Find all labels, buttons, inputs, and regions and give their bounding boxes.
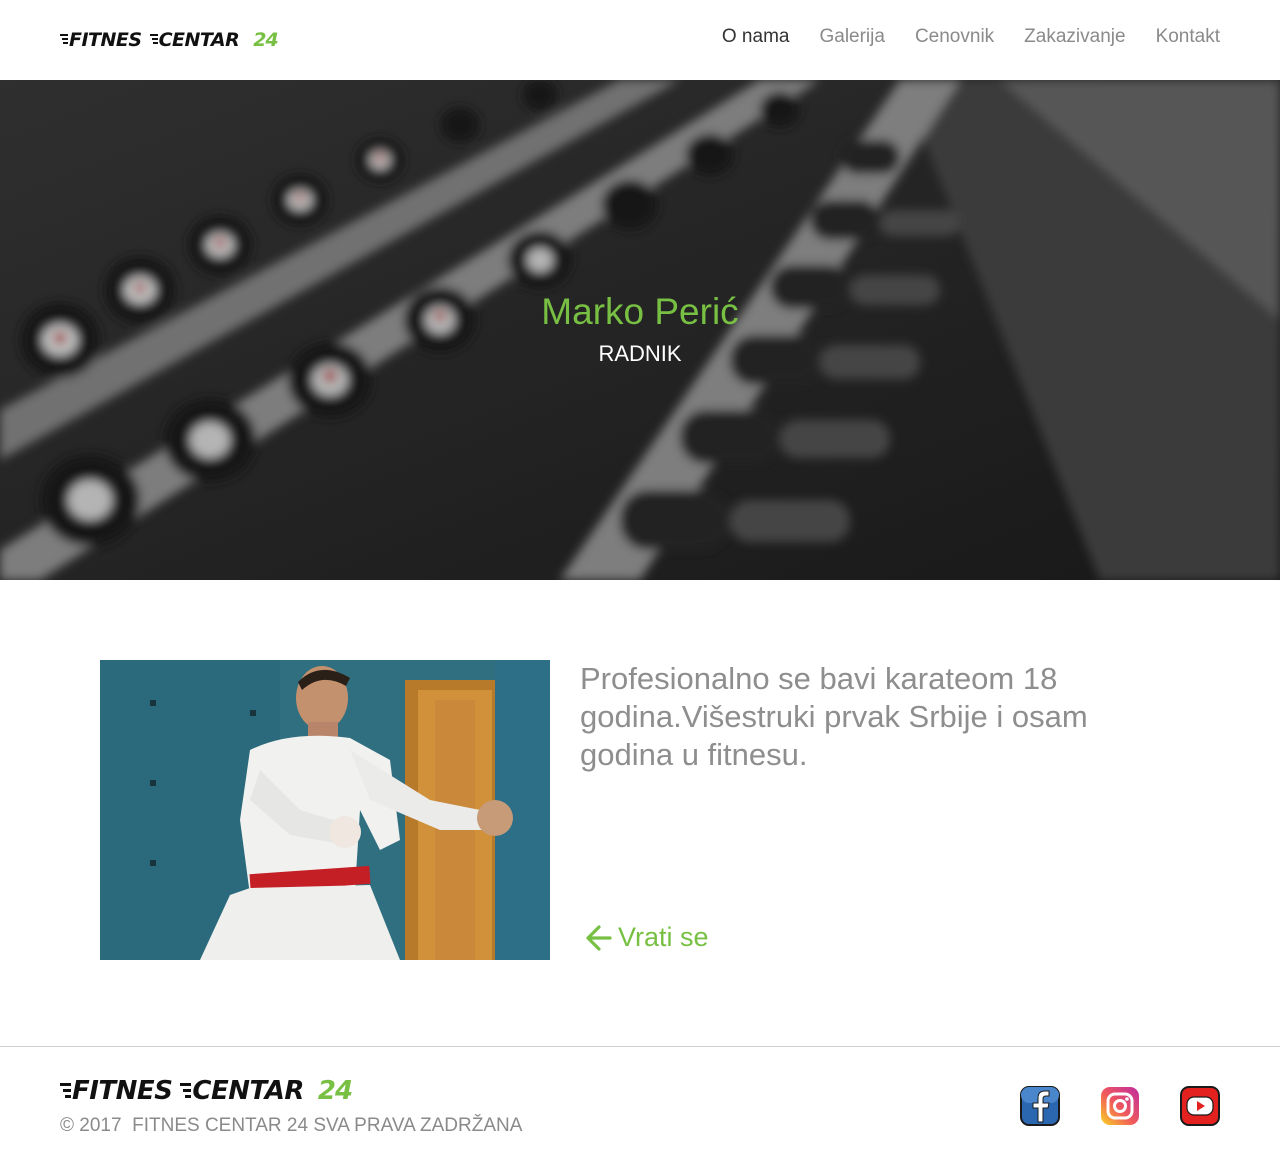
logo-word-fitnes: FITNES [69, 29, 142, 51]
instagram-link[interactable] [1100, 1086, 1140, 1126]
nav-zakazivanje[interactable]: Zakazivanje [1024, 26, 1125, 48]
logo-word-centar: CENTAR [192, 1076, 304, 1106]
instagram-icon [1101, 1087, 1139, 1125]
site-logo[interactable]: FITNES CENTAR 24 [60, 28, 279, 52]
logo-number: 24 [317, 1076, 353, 1106]
back-link-label: Vrati se [618, 922, 709, 952]
copyright-text: © 2017 FITNES CENTAR 24 SVA PRAVA ZADRŽA… [60, 1115, 523, 1136]
profile-bio: Profesionalno se bavi karateom 18 godina… [580, 661, 1088, 772]
hero-role: RADNIK [598, 341, 682, 366]
back-link[interactable]: Vrati se [584, 922, 709, 953]
speed-lines-icon [60, 33, 68, 47]
profile-photo [100, 660, 550, 960]
logo-word-fitnes: FITNES [72, 1076, 173, 1106]
nav-cenovnik[interactable]: Cenovnik [915, 26, 994, 48]
youtube-link[interactable] [1180, 1086, 1220, 1126]
speed-lines-icon [149, 33, 158, 47]
site-header: FITNES CENTAR 24 O nama Galerija Cenovni… [0, 0, 1280, 80]
facebook-link[interactable] [1020, 1086, 1060, 1126]
nav-kontakt[interactable]: Kontakt [1156, 26, 1220, 48]
logo-word-centar: CENTAR [158, 29, 240, 51]
speed-lines-icon [180, 1081, 192, 1101]
hero-banner: Marko Perić RADNIK [0, 80, 1280, 580]
arrow-left-icon [586, 924, 612, 951]
nav-galerija[interactable]: Galerija [819, 26, 884, 48]
youtube-icon [1180, 1086, 1220, 1126]
speed-lines-icon [60, 1081, 71, 1101]
facebook-icon [1020, 1086, 1060, 1126]
footer-divider [0, 1046, 1280, 1047]
karate-photo-image [100, 660, 550, 960]
hero-name: Marko Perić [541, 291, 739, 332]
main-nav: O nama Galerija Cenovnik Zakazivanje Kon… [722, 26, 1220, 48]
footer-logo: FITNES CENTAR 24 [60, 1075, 353, 1107]
logo-number: 24 [253, 29, 278, 51]
nav-o-nama[interactable]: O nama [722, 26, 790, 48]
